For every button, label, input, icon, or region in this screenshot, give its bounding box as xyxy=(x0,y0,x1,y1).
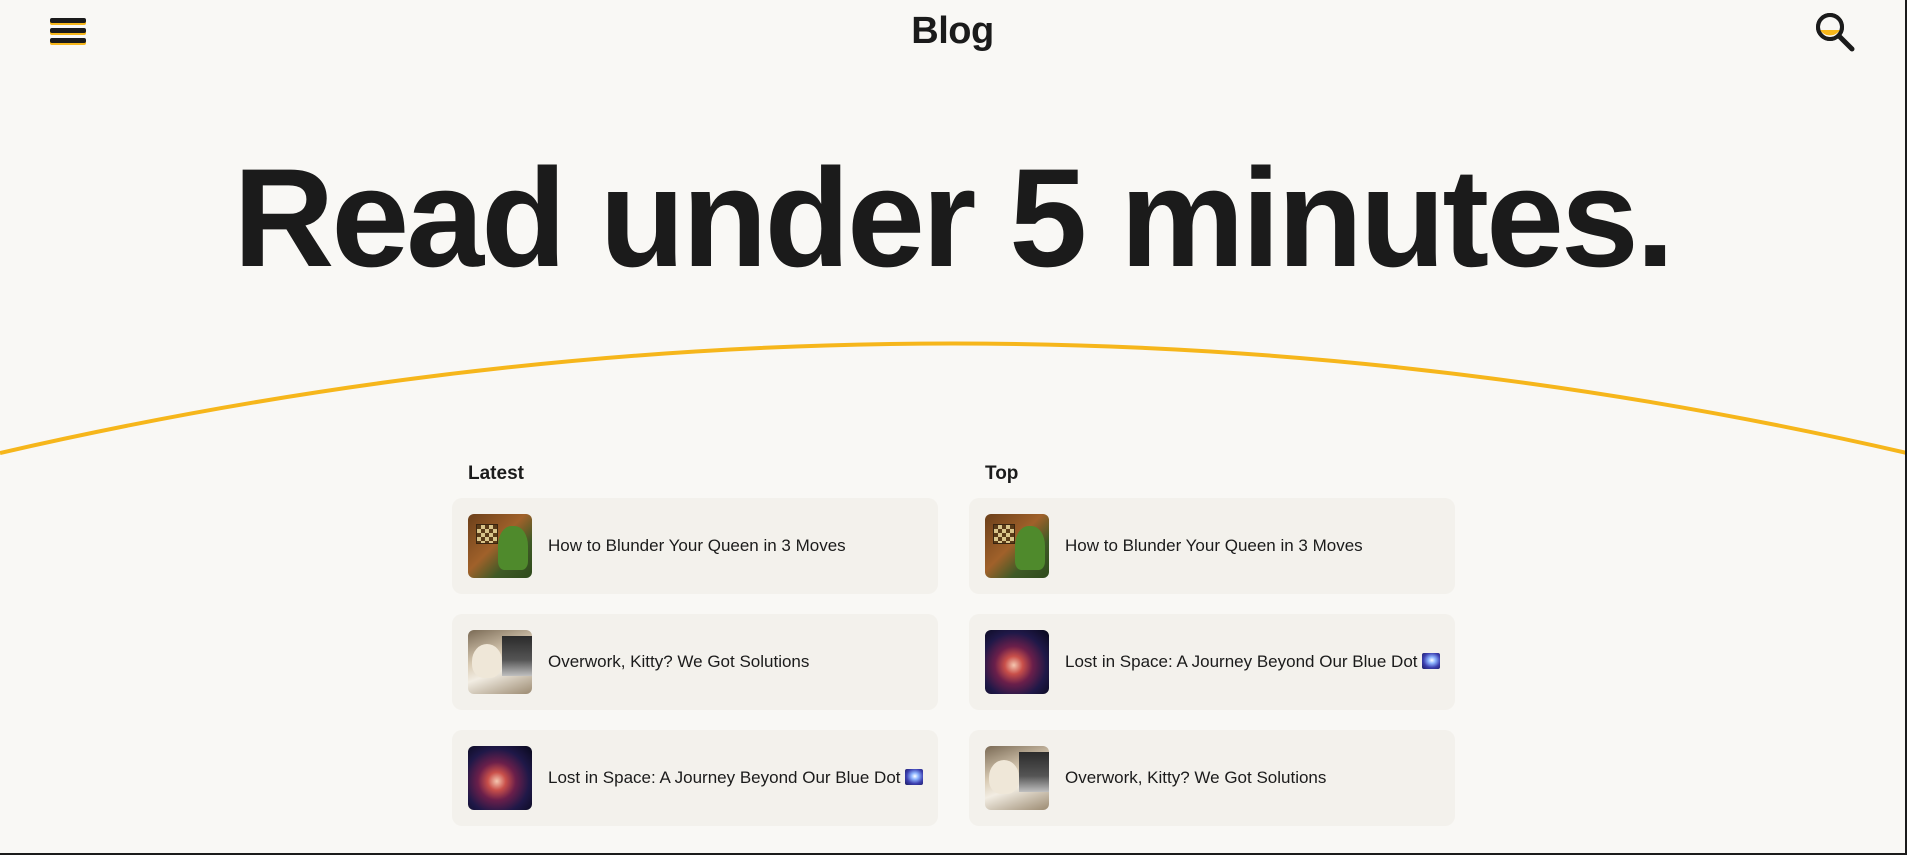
post-card[interactable]: How to Blunder Your Queen in 3 Moves xyxy=(452,498,938,594)
post-title: Lost in Space: A Journey Beyond Our Blue… xyxy=(548,768,901,787)
post-thumbnail xyxy=(985,746,1049,810)
post-thumbnail xyxy=(468,514,532,578)
search-button[interactable] xyxy=(1813,10,1857,54)
latest-heading: Latest xyxy=(468,463,524,484)
post-title-wrap: Lost in Space: A Journey Beyond Our Blue… xyxy=(1065,652,1440,672)
post-card[interactable]: How to Blunder Your Queen in 3 Moves xyxy=(969,498,1455,594)
milky-way-icon xyxy=(1421,653,1440,669)
search-icon xyxy=(1816,13,1855,52)
post-card[interactable]: Overwork, Kitty? We Got Solutions xyxy=(452,614,938,710)
hero-headline: Read under 5 minutes. xyxy=(233,139,1674,296)
top-heading: Top xyxy=(985,463,1019,484)
post-card[interactable]: Lost in Space: A Journey Beyond Our Blue… xyxy=(969,614,1455,710)
post-card[interactable]: Lost in Space: A Journey Beyond Our Blue… xyxy=(452,730,938,826)
milky-way-icon xyxy=(904,769,923,785)
post-card[interactable]: Overwork, Kitty? We Got Solutions xyxy=(969,730,1455,826)
site-title[interactable]: Blog xyxy=(0,10,1905,53)
post-title: Overwork, Kitty? We Got Solutions xyxy=(548,652,810,671)
top-column: Top How to Blunder Your Queen in 3 Moves… xyxy=(969,462,1455,846)
latest-column: Latest How to Blunder Your Queen in 3 Mo… xyxy=(452,462,938,846)
post-thumbnail xyxy=(468,630,532,694)
post-title: How to Blunder Your Queen in 3 Moves xyxy=(1065,536,1363,555)
post-thumbnail xyxy=(985,514,1049,578)
post-thumbnail xyxy=(468,746,532,810)
post-title: How to Blunder Your Queen in 3 Moves xyxy=(548,536,846,555)
site-header: Blog xyxy=(0,0,1905,68)
post-title: Lost in Space: A Journey Beyond Our Blue… xyxy=(1065,652,1418,671)
post-title: Overwork, Kitty? We Got Solutions xyxy=(1065,768,1327,787)
decorative-arc xyxy=(0,341,1905,455)
page: Blog Read under 5 minutes. Latest How to… xyxy=(0,0,1907,855)
post-thumbnail xyxy=(985,630,1049,694)
post-title-wrap: Lost in Space: A Journey Beyond Our Blue… xyxy=(548,768,923,788)
